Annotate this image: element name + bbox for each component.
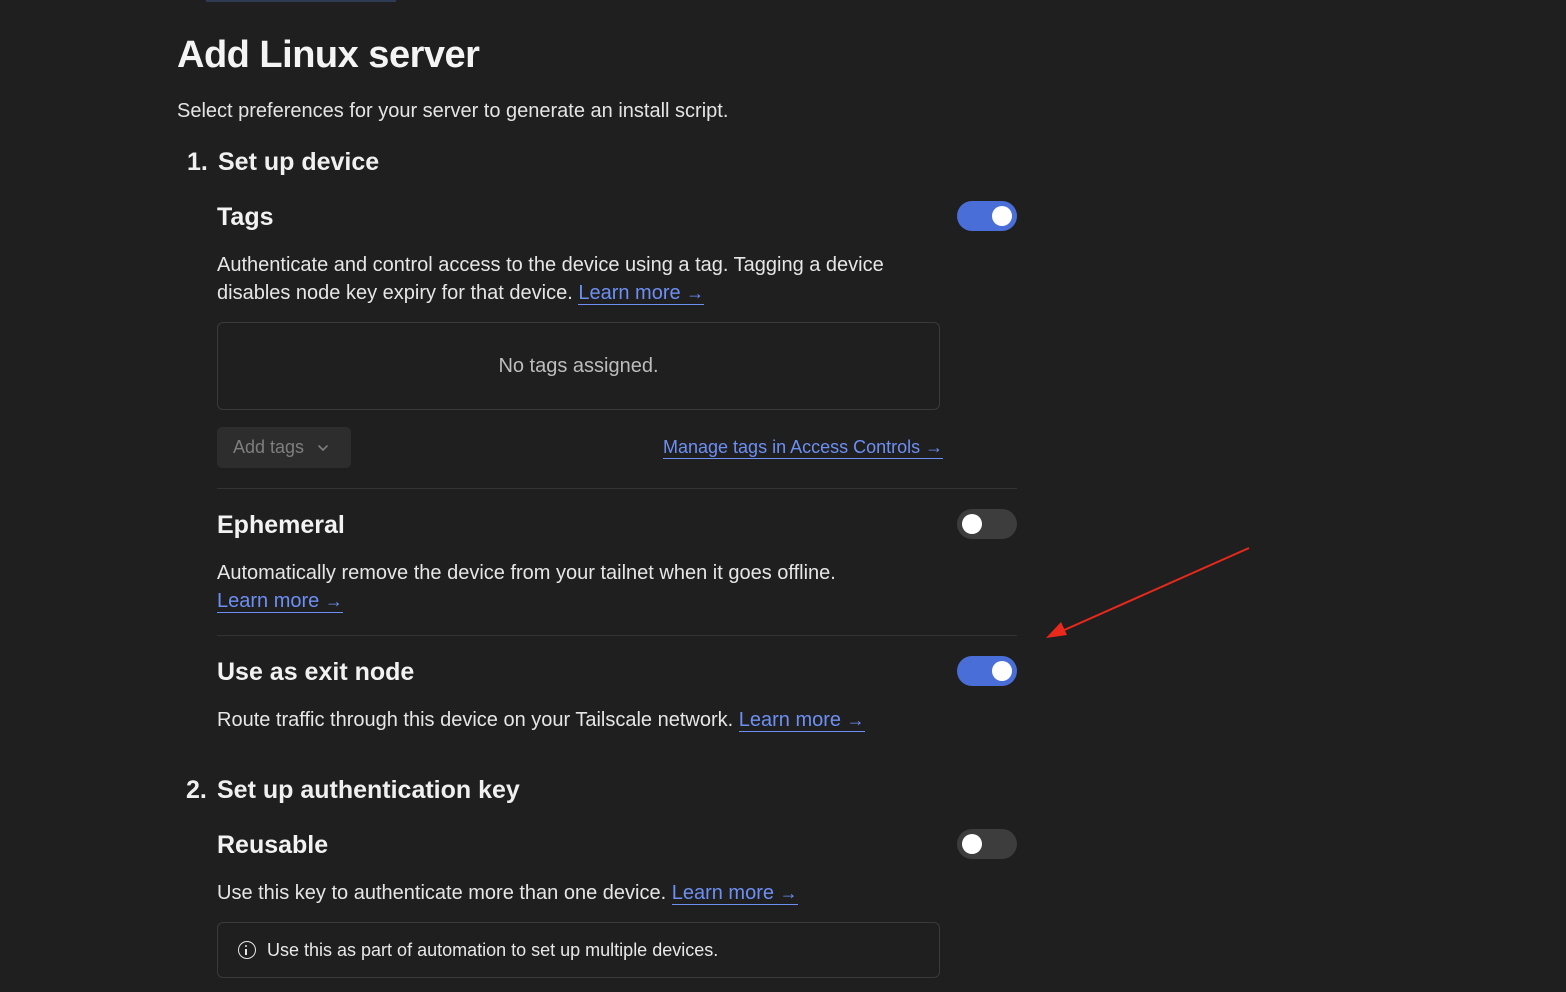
ephemeral-description-text: Automatically remove the device from you… — [217, 562, 836, 584]
learn-more-label: Learn more — [578, 282, 681, 304]
arrow-right-icon: → — [779, 883, 798, 903]
tags-description-text: Authenticate and control access to the d… — [217, 254, 884, 304]
arrow-right-icon: → — [686, 283, 705, 303]
info-circle-icon — [238, 941, 256, 959]
tags-learn-more-link[interactable]: Learn more → — [578, 282, 705, 305]
toggle-knob — [962, 514, 982, 534]
add-tags-button[interactable]: Add tags — [217, 427, 351, 468]
manage-tags-label: Manage tags in Access Controls — [663, 437, 921, 457]
divider — [217, 635, 1017, 636]
reusable-info-callout: Use this as part of automation to set up… — [217, 922, 940, 978]
step-1-title: Set up device — [218, 148, 380, 176]
arrow-right-icon: → — [846, 710, 865, 730]
toggle-knob — [992, 206, 1012, 226]
annotation-arrow-line — [1061, 547, 1250, 632]
manage-tags-link[interactable]: Manage tags in Access Controls → — [663, 437, 944, 459]
arrow-right-icon: → — [324, 591, 343, 611]
tags-description: Authenticate and control access to the d… — [217, 251, 957, 307]
exit-node-learn-more-link[interactable]: Learn more → — [738, 709, 865, 732]
toggle-knob — [962, 834, 982, 854]
add-tags-label: Add tags — [233, 437, 305, 457]
step-1-heading: 1. Set up device — [187, 148, 379, 177]
reusable-title: Reusable — [217, 831, 329, 859]
tags-list: No tags assigned. — [217, 322, 940, 410]
tags-toggle[interactable] — [957, 201, 1017, 231]
exit-node-description-text: Route traffic through this device on you… — [217, 709, 734, 731]
add-linux-server-page: Add Linux server Select preferences for … — [0, 0, 1566, 992]
tags-title: Tags — [217, 203, 274, 231]
learn-more-label: Learn more — [738, 709, 842, 731]
learn-more-label: Learn more — [671, 882, 774, 904]
page-subtitle: Select preferences for your server to ge… — [177, 100, 729, 122]
learn-more-label: Learn more — [217, 590, 320, 612]
page-title: Add Linux server — [177, 34, 480, 76]
step-2-title: Set up authentication key — [217, 776, 520, 804]
step-2-number: 2. — [186, 776, 207, 804]
step-1-number: 1. — [187, 148, 208, 176]
arrow-right-icon: → — [925, 437, 944, 457]
ephemeral-toggle[interactable] — [957, 509, 1017, 539]
ephemeral-title: Ephemeral — [217, 511, 345, 539]
reusable-toggle[interactable] — [957, 829, 1017, 859]
exit-node-title: Use as exit node — [217, 658, 415, 686]
exit-node-toggle[interactable] — [957, 656, 1017, 686]
ephemeral-learn-more-link[interactable]: Learn more → — [217, 590, 343, 613]
toggle-knob — [992, 661, 1012, 681]
step-2-heading: 2. Set up authentication key — [186, 776, 520, 805]
reusable-description-text: Use this key to authenticate more than o… — [217, 882, 667, 904]
reusable-learn-more-link[interactable]: Learn more → — [671, 882, 798, 905]
chevron-down-icon — [318, 444, 328, 451]
ephemeral-description: Automatically remove the device from you… — [217, 559, 957, 615]
tab-indicator — [206, 0, 396, 2]
exit-node-description: Route traffic through this device on you… — [217, 706, 957, 734]
reusable-info-text: Use this as part of automation to set up… — [267, 939, 719, 960]
annotation-arrow-head — [1046, 622, 1067, 638]
divider — [217, 488, 1017, 489]
reusable-description: Use this key to authenticate more than o… — [217, 879, 957, 907]
tags-empty-message: No tags assigned. — [498, 354, 659, 377]
